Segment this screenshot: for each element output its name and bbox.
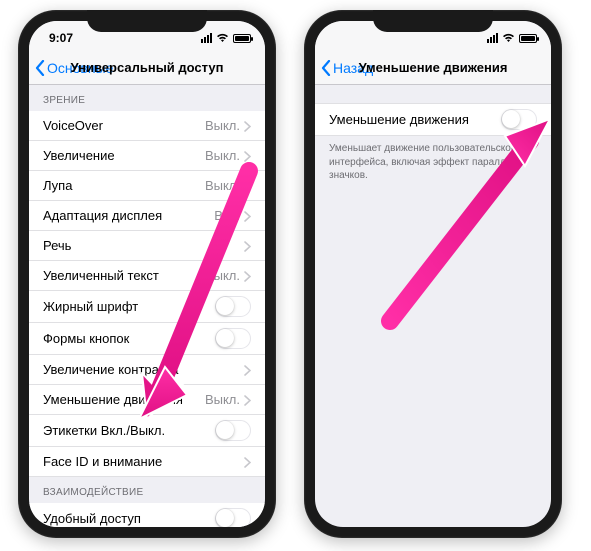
toggle-button-shapes[interactable]	[215, 328, 251, 349]
chevron-right-icon	[244, 364, 251, 375]
row-label: Увеличение	[43, 148, 205, 163]
row-display-accommodations[interactable]: Адаптация дисплея Вкл.	[29, 201, 265, 231]
row-value: Вкл.	[214, 208, 240, 223]
section-header-vision: ЗРЕНИЕ	[29, 85, 265, 111]
back-label: Основные	[47, 60, 113, 76]
signal-icon	[201, 33, 212, 43]
toggle-onoff-labels[interactable]	[215, 420, 251, 441]
chevron-right-icon	[244, 120, 251, 131]
toggle-reduce-motion[interactable]	[501, 109, 537, 130]
chevron-right-icon	[244, 180, 251, 191]
row-bold-text[interactable]: Жирный шрифт	[29, 291, 265, 323]
row-reduce-motion-toggle[interactable]: Уменьшение движения	[315, 103, 551, 136]
row-label: Жирный шрифт	[43, 299, 215, 314]
row-label: Речь	[43, 238, 244, 253]
footer-description: Уменьшает движение пользовательского инт…	[315, 136, 551, 189]
toggle-bold-text[interactable]	[215, 296, 251, 317]
row-label: Face ID и внимание	[43, 454, 244, 469]
row-voiceover[interactable]: VoiceOver Выкл.	[29, 111, 265, 141]
row-value: Выкл.	[205, 178, 240, 193]
nav-bar: Основные Универсальный доступ	[29, 51, 265, 85]
list-reduce-motion: Уменьшение движения	[315, 103, 551, 136]
chevron-right-icon	[244, 150, 251, 161]
row-reachability[interactable]: Удобный доступ	[29, 503, 265, 527]
list-vision: VoiceOver Выкл. Увеличение Выкл. Лупа Вы…	[29, 111, 265, 477]
row-value: Выкл.	[205, 118, 240, 133]
row-button-shapes[interactable]: Формы кнопок	[29, 323, 265, 355]
row-label: Этикетки Вкл./Выкл.	[43, 423, 215, 438]
chevron-left-icon	[35, 60, 45, 76]
row-label: Увеличенный текст	[43, 268, 205, 283]
screen-left: 9:07 Основные Универсальный доступ ЗРЕНИ…	[29, 21, 265, 527]
row-label: Лупа	[43, 178, 205, 193]
row-label: Формы кнопок	[43, 331, 215, 346]
screen-right: Назад Уменьшение движения Уменьшение дви…	[315, 21, 551, 527]
row-label: Адаптация дисплея	[43, 208, 214, 223]
row-label: Удобный доступ	[43, 511, 215, 526]
list-interaction: Удобный доступ	[29, 503, 265, 527]
status-indicators	[201, 33, 251, 43]
row-magnifier[interactable]: Лупа Выкл.	[29, 171, 265, 201]
chevron-right-icon	[244, 394, 251, 405]
wifi-icon	[502, 33, 515, 43]
status-time: 9:07	[49, 31, 73, 45]
back-button[interactable]: Основные	[35, 60, 113, 76]
phone-left: 9:07 Основные Универсальный доступ ЗРЕНИ…	[18, 10, 276, 538]
row-value: Выкл.	[205, 392, 240, 407]
row-faceid[interactable]: Face ID и внимание	[29, 447, 265, 477]
row-label: VoiceOver	[43, 118, 205, 133]
chevron-right-icon	[244, 240, 251, 251]
row-label: Увеличение контраста	[43, 362, 244, 377]
notch	[373, 10, 493, 32]
row-zoom[interactable]: Увеличение Выкл.	[29, 141, 265, 171]
row-speech[interactable]: Речь	[29, 231, 265, 261]
row-label: Уменьшение движения	[329, 112, 501, 127]
row-larger-text[interactable]: Увеличенный текст Выкл.	[29, 261, 265, 291]
phone-right: Назад Уменьшение движения Уменьшение дви…	[304, 10, 562, 538]
nav-bar: Назад Уменьшение движения	[315, 51, 551, 85]
back-label: Назад	[333, 60, 373, 76]
row-value: Выкл.	[205, 268, 240, 283]
battery-icon	[233, 34, 251, 43]
row-value: Выкл.	[205, 148, 240, 163]
section-header-interaction: ВЗАИМОДЕЙСТВИЕ	[29, 477, 265, 503]
notch	[87, 10, 207, 32]
row-increase-contrast[interactable]: Увеличение контраста	[29, 355, 265, 385]
chevron-right-icon	[244, 210, 251, 221]
row-label: Уменьшение движения	[43, 392, 205, 407]
chevron-right-icon	[244, 456, 251, 467]
row-onoff-labels[interactable]: Этикетки Вкл./Выкл.	[29, 415, 265, 447]
signal-icon	[487, 33, 498, 43]
back-button[interactable]: Назад	[321, 60, 373, 76]
status-indicators	[487, 33, 537, 43]
chevron-left-icon	[321, 60, 331, 76]
row-reduce-motion[interactable]: Уменьшение движения Выкл.	[29, 385, 265, 415]
toggle-reachability[interactable]	[215, 508, 251, 527]
chevron-right-icon	[244, 270, 251, 281]
battery-icon	[519, 34, 537, 43]
wifi-icon	[216, 33, 229, 43]
